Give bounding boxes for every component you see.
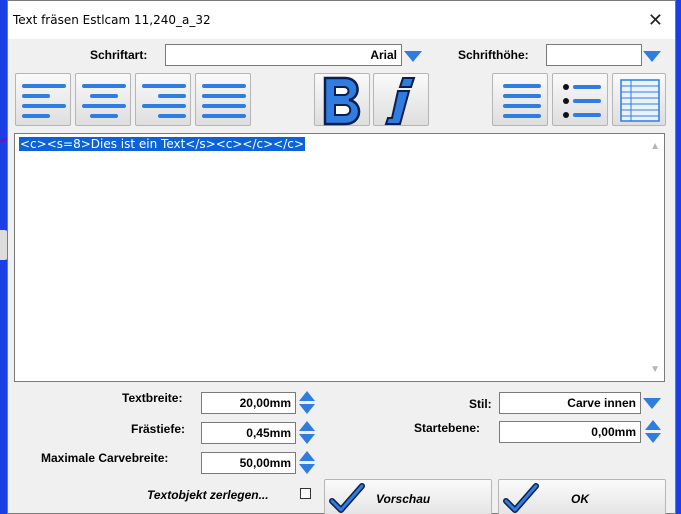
paragraph-lines-icon (503, 84, 541, 118)
max-carve-width-label: Maximale Carvebreite: (41, 451, 169, 465)
split-object-checkbox[interactable] (300, 488, 311, 499)
text-width-label: Textbreite: (122, 391, 183, 405)
start-level-label: Startebene: (414, 421, 481, 435)
ok-button-label: OK (571, 492, 589, 506)
font-height-label: Schrifthöhe: (458, 48, 529, 62)
close-button[interactable]: ✕ (648, 10, 663, 31)
align-right-icon (142, 84, 186, 118)
bold-button[interactable] (314, 73, 370, 126)
font-label: Schriftart: (90, 48, 148, 62)
ok-button[interactable]: OK (498, 479, 666, 514)
bold-icon (323, 76, 361, 126)
align-left-icon (22, 84, 66, 118)
text-mill-dialog: Text fräsen Estlcam 11,240_a_32 ✕ Schrif… (7, 0, 676, 514)
mill-depth-spinner[interactable] (298, 421, 316, 445)
scroll-up-icon[interactable]: ▲ (650, 141, 660, 152)
checkmark-icon (329, 483, 365, 513)
align-center-button[interactable] (75, 73, 131, 126)
align-left-button[interactable] (15, 73, 71, 126)
start-level-spinner[interactable] (644, 420, 662, 444)
table-icon (620, 79, 660, 122)
mill-depth-input[interactable]: 0,45mm (201, 422, 296, 444)
preview-button[interactable]: Vorschau (324, 479, 492, 514)
italic-button[interactable] (373, 73, 429, 126)
preview-button-label: Vorschau (376, 492, 431, 506)
text-width-spinner[interactable] (298, 391, 316, 415)
bullet-list-icon (563, 84, 601, 118)
window-title: Text fräsen Estlcam 11,240_a_32 (13, 13, 211, 27)
table-button[interactable] (612, 73, 666, 126)
editor-text[interactable]: <c><s=8>Dies ist ein Text</s><c></c></c> (19, 137, 305, 151)
style-select[interactable]: Carve innen (499, 392, 641, 414)
style-label: Stil: (469, 397, 492, 411)
title-bar: Text fräsen Estlcam 11,240_a_32 ✕ (8, 1, 675, 39)
split-object-label: Textobjekt zerlegen... (147, 488, 269, 502)
max-carve-width-spinner[interactable] (298, 451, 316, 475)
bullet-list-button[interactable] (552, 73, 608, 126)
italic-icon (384, 77, 416, 125)
font-height-select[interactable] (546, 44, 642, 66)
mill-depth-label: Frästiefe: (131, 422, 186, 436)
font-height-dropdown-chevron-down-icon[interactable] (643, 51, 661, 62)
checkmark-icon (503, 483, 539, 513)
justify-button[interactable] (195, 73, 251, 126)
align-justify-icon (202, 84, 246, 118)
align-center-icon (82, 84, 126, 118)
paragraph-button[interactable] (492, 73, 548, 126)
text-editor[interactable]: <c><s=8>Dies ist ein Text</s><c></c></c>… (14, 133, 665, 382)
text-width-input[interactable]: 20,00mm (201, 392, 296, 414)
scroll-down-icon[interactable]: ▼ (650, 364, 660, 375)
font-select[interactable]: Arial (165, 44, 402, 66)
max-carve-width-input[interactable]: 50,00mm (201, 452, 296, 474)
align-right-button[interactable] (135, 73, 191, 126)
style-dropdown-chevron-down-icon[interactable] (643, 398, 661, 409)
font-dropdown-chevron-down-icon[interactable] (404, 51, 422, 62)
start-level-input[interactable]: 0,00mm (499, 421, 641, 443)
